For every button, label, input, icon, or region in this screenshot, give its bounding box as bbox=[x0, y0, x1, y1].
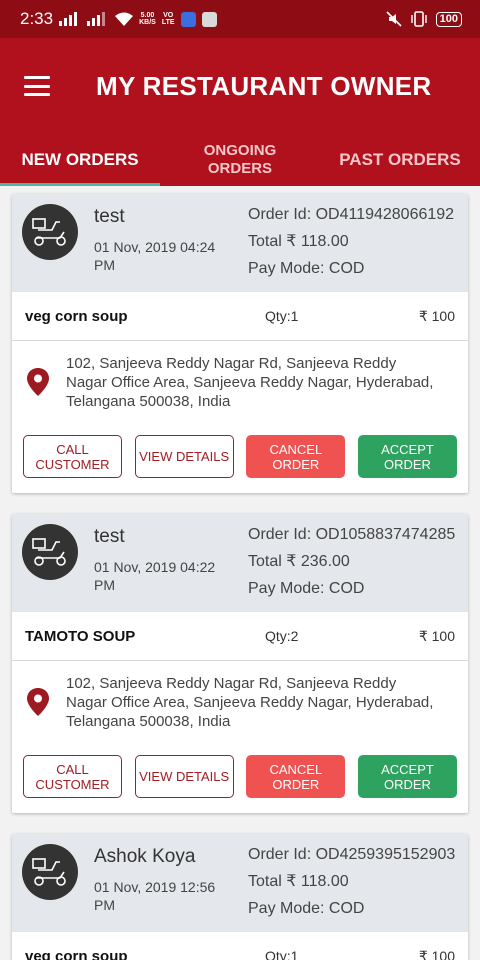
address-text: 102, Sanjeeva Reddy Nagar Rd, Sanjeeva R… bbox=[66, 675, 434, 730]
order-header: test 01 Nov, 2019 04:24 PM Order Id: OD41… bbox=[12, 194, 468, 292]
battery-indicator: 100 bbox=[435, 11, 462, 27]
signal-icon-2 bbox=[87, 12, 106, 26]
order-info: Order Id: OD4259395152903 Total ₹ 118.00… bbox=[248, 841, 455, 932]
app-title: MY RESTAURANT OWNER bbox=[96, 70, 432, 101]
notification-app-icon-2 bbox=[201, 11, 217, 27]
active-tab-indicator bbox=[0, 183, 160, 186]
order-card: Ashok Koya 01 Nov, 2019 12:56 PM Order Id… bbox=[12, 834, 468, 960]
status-time: 2:33 bbox=[20, 9, 54, 28]
order-header: Ashok Koya 01 Nov, 2019 12:56 PM Order Id… bbox=[12, 834, 468, 932]
status-left: 2:33 5.00 KB/S VO LTE bbox=[20, 9, 217, 29]
item-name: veg corn soup bbox=[25, 947, 128, 960]
order-item-row: veg corn soup Qty:1 ₹ 100 bbox=[12, 932, 468, 960]
pay-mode: Pay Mode: COD bbox=[248, 900, 365, 917]
net-speed: 5.00 KB/S bbox=[139, 12, 156, 26]
order-date: 01 Nov, 2019 04:24 PM bbox=[94, 239, 216, 273]
customer-name: Ashok Koya bbox=[94, 846, 196, 867]
mute-icon bbox=[386, 11, 402, 27]
customer-info: test 01 Nov, 2019 04:24 PM bbox=[94, 204, 230, 292]
pay-mode: Pay Mode: COD bbox=[248, 260, 365, 277]
view-details-button[interactable]: VIEW DETAILS bbox=[134, 435, 234, 478]
tab-new-orders[interactable]: NEW ORDERS bbox=[0, 134, 160, 186]
signal-icon bbox=[59, 12, 78, 26]
order-info: Order Id: OD1058837474285 Total ₹ 236.00… bbox=[248, 521, 455, 612]
item-qty: Qty:1 bbox=[265, 308, 299, 324]
order-card: test 01 Nov, 2019 04:24 PM Order Id: OD41… bbox=[12, 194, 468, 493]
accept-order-button[interactable]: ACCEPT ORDER bbox=[357, 755, 457, 798]
delivery-scooter-icon bbox=[22, 204, 78, 260]
order-id: Order Id: OD4119428066192 bbox=[248, 206, 455, 223]
order-id: Order Id: OD1058837474285 bbox=[248, 526, 456, 543]
customer-name: test bbox=[94, 206, 125, 227]
status-right: 100 bbox=[386, 11, 462, 27]
location-pin-icon bbox=[27, 688, 49, 716]
location-pin-icon bbox=[27, 368, 49, 396]
item-price: ₹ 100 bbox=[418, 627, 455, 644]
order-total: Total ₹ 118.00 bbox=[248, 233, 349, 250]
order-actions: CALL CUSTOMER VIEW DETAILS CANCEL ORDER AC… bbox=[12, 423, 468, 493]
order-date: 01 Nov, 2019 04:22 PM bbox=[94, 559, 216, 593]
item-qty: Qty:1 bbox=[265, 948, 299, 960]
order-info: Order Id: OD4119428066192 Total ₹ 118.00… bbox=[248, 201, 454, 292]
wifi-icon bbox=[115, 12, 134, 26]
customer-name: test bbox=[94, 526, 125, 547]
order-total: Total ₹ 236.00 bbox=[248, 553, 350, 570]
cancel-order-button[interactable]: CANCEL ORDER bbox=[246, 755, 346, 798]
view-details-button[interactable]: VIEW DETAILS bbox=[134, 755, 234, 798]
address-text: 102, Sanjeeva Reddy Nagar Rd, Sanjeeva R… bbox=[66, 355, 434, 410]
order-card: test 01 Nov, 2019 04:22 PM Order Id: OD10… bbox=[12, 514, 468, 813]
cancel-order-button[interactable]: CANCEL ORDER bbox=[246, 435, 346, 478]
notification-app-icon bbox=[180, 11, 196, 27]
call-customer-button[interactable]: CALL CUSTOMER bbox=[23, 755, 122, 798]
volte-indicator: VO LTE bbox=[161, 12, 175, 26]
delivery-scooter-icon bbox=[22, 844, 78, 900]
pay-mode: Pay Mode: COD bbox=[248, 580, 365, 597]
tab-past-orders[interactable]: PAST ORDERS bbox=[320, 134, 480, 186]
order-header: test 01 Nov, 2019 04:22 PM Order Id: OD10… bbox=[12, 514, 468, 612]
order-list: test 01 Nov, 2019 04:24 PM Order Id: OD41… bbox=[0, 186, 480, 960]
order-item-row: veg corn soup Qty:1 ₹ 100 bbox=[12, 292, 468, 341]
item-price: ₹ 100 bbox=[418, 307, 455, 324]
item-name: TAMOTO SOUP bbox=[25, 627, 136, 645]
delivery-address: 102, Sanjeeva Reddy Nagar Rd, Sanjeeva R… bbox=[12, 341, 468, 423]
vibrate-icon bbox=[410, 11, 427, 27]
delivery-scooter-icon bbox=[22, 524, 78, 580]
status-bar: 2:33 5.00 KB/S VO LTE 100 bbox=[0, 0, 480, 38]
customer-info: test 01 Nov, 2019 04:22 PM bbox=[94, 524, 230, 612]
hamburger-menu-icon[interactable] bbox=[24, 76, 50, 96]
item-qty: Qty:2 bbox=[265, 628, 299, 644]
order-date: 01 Nov, 2019 12:56 PM bbox=[94, 879, 216, 913]
delivery-address: 102, Sanjeeva Reddy Nagar Rd, Sanjeeva R… bbox=[12, 661, 468, 743]
order-total: Total ₹ 118.00 bbox=[248, 873, 349, 890]
item-name: veg corn soup bbox=[25, 307, 128, 325]
order-actions: CALL CUSTOMER VIEW DETAILS CANCEL ORDER AC… bbox=[12, 743, 468, 813]
call-customer-button[interactable]: CALL CUSTOMER bbox=[23, 435, 122, 478]
order-item-row: TAMOTO SOUP Qty:2 ₹ 100 bbox=[12, 612, 468, 661]
customer-info: Ashok Koya 01 Nov, 2019 12:56 PM bbox=[94, 844, 230, 932]
order-tabs: NEW ORDERS ONGOING ORDERS PAST ORDERS bbox=[0, 134, 480, 186]
app-bar: MY RESTAURANT OWNER bbox=[0, 38, 480, 134]
accept-order-button[interactable]: ACCEPT ORDER bbox=[357, 435, 457, 478]
tab-ongoing-orders[interactable]: ONGOING ORDERS bbox=[160, 134, 320, 186]
item-price: ₹ 100 bbox=[418, 947, 455, 960]
order-id: Order Id: OD4259395152903 bbox=[248, 846, 456, 863]
